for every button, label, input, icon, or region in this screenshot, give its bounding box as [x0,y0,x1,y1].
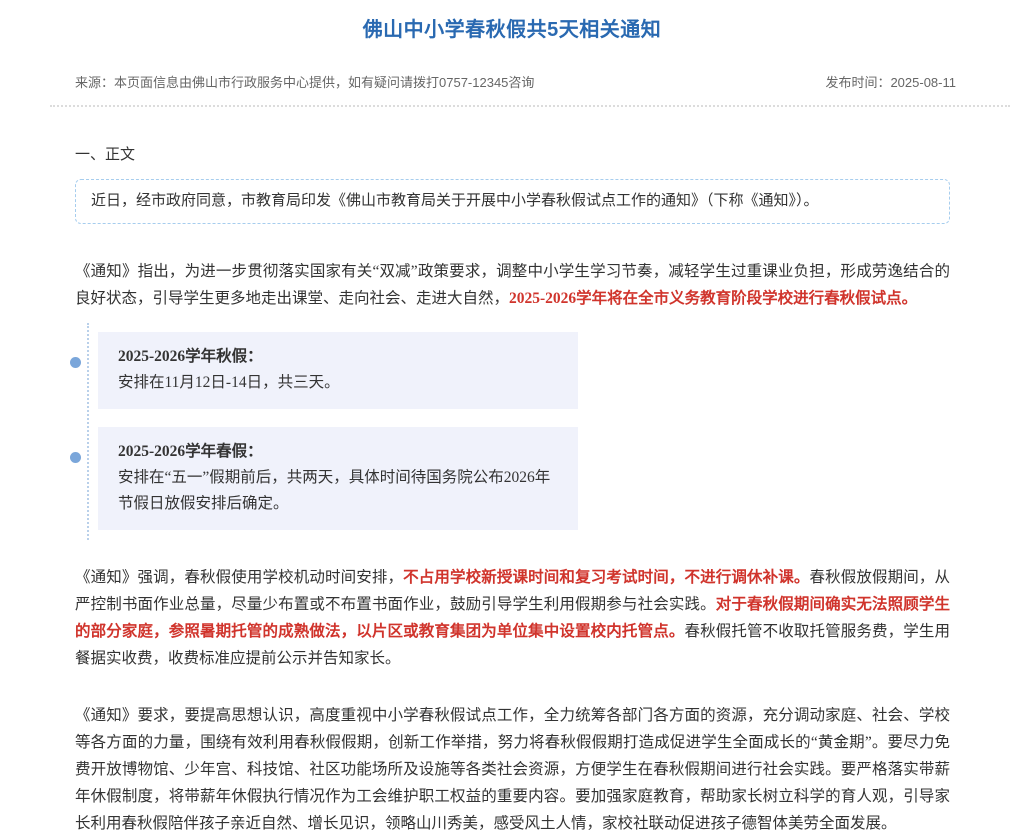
timeline-dotted-line [87,323,89,540]
publish-time: 发布时间：2025-08-11 [825,72,956,91]
paragraph-3: 《通知》要求，要提高思想认识，高度重视中小学春秋假试点工作，全力统筹各部门各方面… [75,702,950,837]
timeline-dot-icon [70,357,81,368]
timeline-item-autumn: 2025-2026学年秋假： 安排在11月12日-14日，共三天。 [98,332,578,409]
autumn-holiday-title: 2025-2026学年秋假： [118,344,558,370]
dotted-separator [50,105,1010,107]
timeline-item-spring: 2025-2026学年春假： 安排在“五一”假期前后，共两天，具体时间待国务院公… [98,427,578,530]
paragraph-2-highlight1: 不占用学校新授课时间和复习考试时间，不进行调休补课。 [403,569,809,586]
timeline-dot-icon [70,452,81,463]
source-text: 来源：本页面信息由佛山市行政服务中心提供，如有疑问请拨打0757-12345咨询 [75,72,534,91]
paragraph-1-highlight: 2025-2026学年将在全市义务教育阶段学校进行春秋假试点。 [509,290,917,307]
paragraph-1: 《通知》指出，为进一步贯彻落实国家有关“双减”政策要求，调整中小学生学习节奏，减… [75,258,950,312]
paragraph-2: 《通知》强调，春秋假使用学校机动时间安排，不占用学校新授课时间和复习考试时间，不… [75,564,950,672]
intro-text: 近日，经市政府同意，市教育局印发《佛山市教育局关于开展中小学春秋假试点工作的通知… [91,193,819,209]
paragraph-2-part1: 《通知》强调，春秋假使用学校机动时间安排， [75,569,403,586]
autumn-holiday-text: 安排在11月12日-14日，共三天。 [118,370,558,396]
section-heading: 一、正文 [75,143,950,164]
article-body: 一、正文 近日，经市政府同意，市教育局印发《佛山市教育局关于开展中小学春秋假试点… [0,143,1024,837]
intro-quote-box: 近日，经市政府同意，市教育局印发《佛山市教育局关于开展中小学春秋假试点工作的通知… [75,179,950,224]
notice-page: 佛山中小学春秋假共5天相关通知 来源：本页面信息由佛山市行政服务中心提供，如有疑… [0,0,1024,837]
holiday-timeline: 2025-2026学年秋假： 安排在11月12日-14日，共三天。 2025-2… [75,332,950,530]
meta-row: 来源：本页面信息由佛山市行政服务中心提供，如有疑问请拨打0757-12345咨询… [0,72,1024,91]
page-title: 佛山中小学春秋假共5天相关通知 [0,0,1024,42]
spring-holiday-title: 2025-2026学年春假： [118,439,558,465]
spring-holiday-text: 安排在“五一”假期前后，共两天，具体时间待国务院公布2026年节假日放假安排后确… [118,465,558,517]
paragraph-3-text: 《通知》要求，要提高思想认识，高度重视中小学春秋假试点工作，全力统筹各部门各方面… [75,707,950,832]
